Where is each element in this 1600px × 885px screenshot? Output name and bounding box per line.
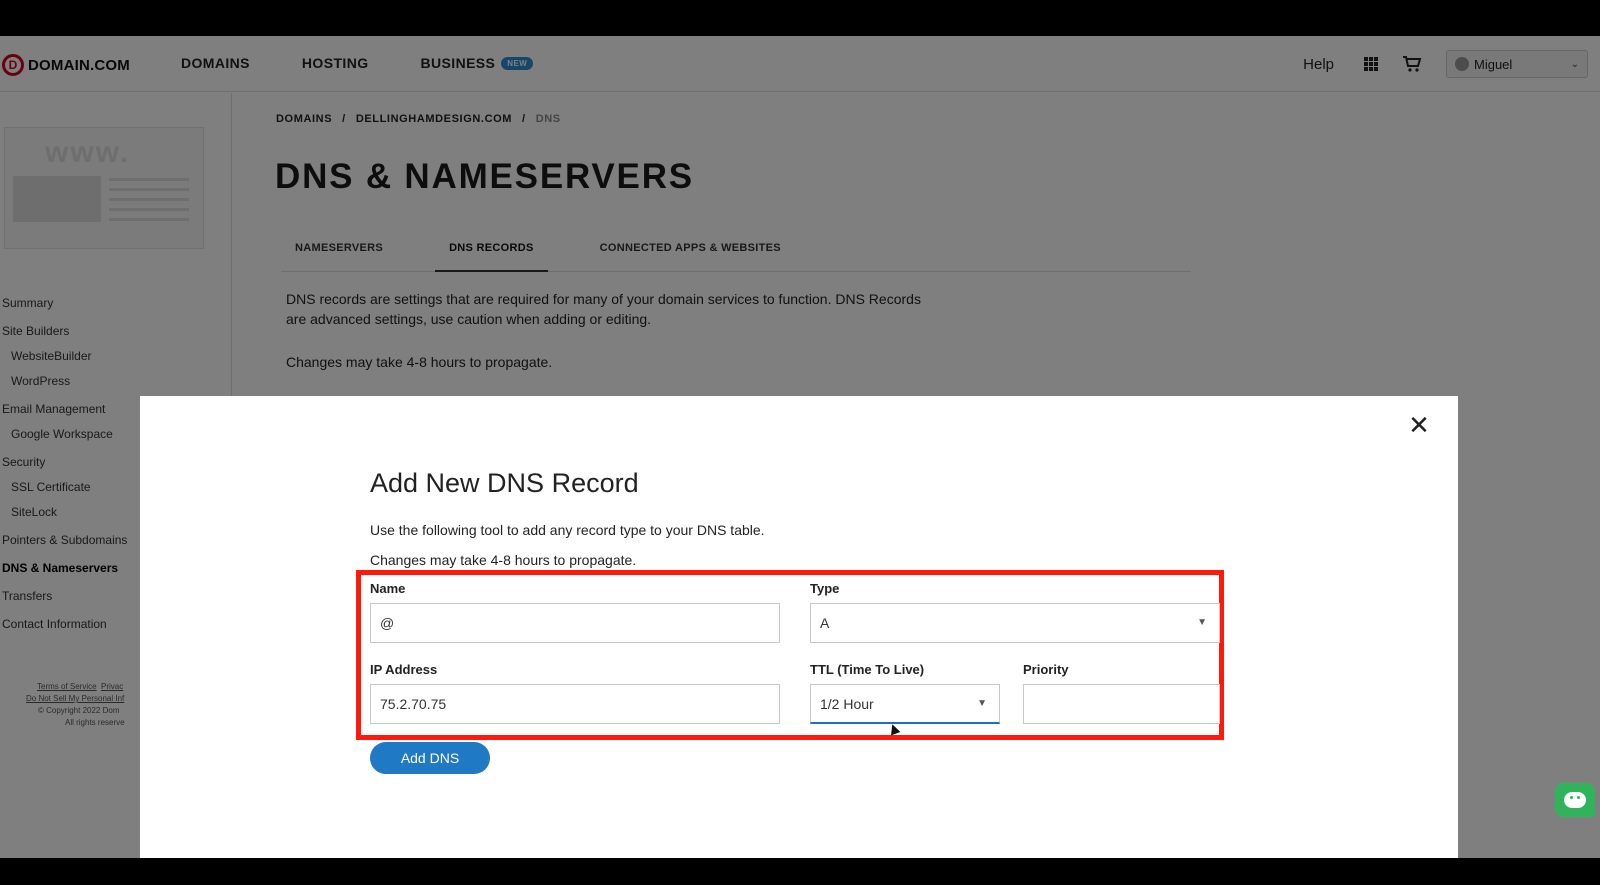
priority-label: Priority — [1023, 662, 1069, 677]
name-label: Name — [370, 581, 406, 596]
video-letterbox-top — [0, 0, 1600, 36]
add-dns-button[interactable]: Add DNS — [370, 742, 490, 774]
ip-address-label: IP Address — [370, 662, 438, 677]
modal-title: Add New DNS Record — [370, 468, 639, 498]
chat-widget-icon[interactable] — [1555, 783, 1595, 817]
type-select[interactable]: A ▼ — [810, 603, 1220, 643]
ttl-select[interactable]: 1/2 Hour ▼ — [810, 684, 1000, 724]
modal-subtitle: Use the following tool to add any record… — [370, 522, 765, 538]
modal-propagation-note: Changes may take 4-8 hours to propagate. — [370, 552, 637, 568]
ttl-select-value: 1/2 Hour — [820, 696, 874, 712]
type-select-value: A — [820, 615, 830, 631]
ip-address-field[interactable]: 75.2.70.75 — [370, 684, 780, 724]
ttl-label: TTL (Time To Live) — [810, 662, 925, 677]
chat-face-icon — [1564, 792, 1586, 808]
close-icon[interactable]: ✕ — [1408, 412, 1430, 438]
caret-down-icon: ▼ — [1197, 617, 1207, 628]
priority-field[interactable] — [1023, 684, 1220, 724]
add-dns-record-modal: ✕ Add New DNS Record Use the following t… — [140, 396, 1458, 858]
type-label: Type — [810, 581, 840, 596]
video-letterbox-bottom — [0, 858, 1600, 885]
app-window: D DOMAIN.COM DOMAINS HOSTING BUSINESS NE… — [0, 36, 1600, 858]
caret-down-icon: ▼ — [977, 698, 987, 709]
name-field[interactable]: @ — [370, 603, 780, 643]
